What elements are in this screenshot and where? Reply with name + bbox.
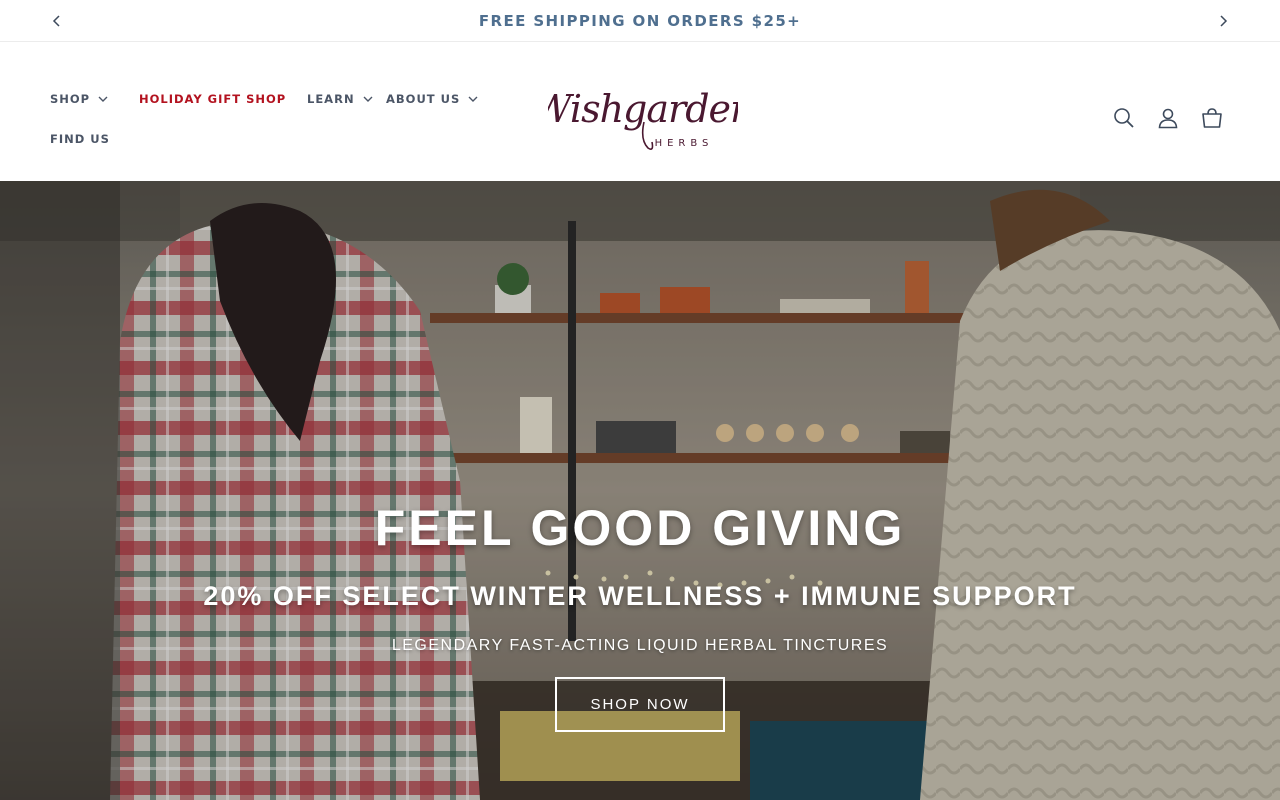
hero-banner: FEEL GOOD GIVING 20% OFF SELECT WINTER W… bbox=[0, 181, 1280, 800]
search-button[interactable] bbox=[1110, 104, 1138, 132]
nav-about-label: ABOUT US bbox=[386, 92, 461, 106]
nav-learn-label: LEARN bbox=[307, 92, 355, 106]
shop-now-button[interactable]: SHOP NOW bbox=[555, 677, 725, 732]
logo-mark: Wishgarden HERBS bbox=[533, 87, 754, 150]
chevron-down-icon bbox=[98, 96, 108, 102]
nav-shop-label: SHOP bbox=[50, 92, 91, 106]
hero-tagline: LEGENDARY FAST-ACTING LIQUID HERBAL TINC… bbox=[391, 637, 889, 654]
nav-shop[interactable]: SHOP bbox=[50, 92, 108, 106]
wishgarden-herbs-logo[interactable]: Wishgarden HERBS bbox=[533, 76, 754, 156]
chevron-down-icon bbox=[363, 96, 373, 102]
nav-find-us[interactable]: FIND US bbox=[50, 132, 110, 146]
nav-holiday-label: HOLIDAY GIFT SHOP bbox=[139, 92, 287, 106]
site-header: SHOP HOLIDAY GIFT SHOP LEARN ABOUT US FI… bbox=[0, 42, 1280, 181]
nav-find-label: FIND US bbox=[50, 132, 110, 146]
cart-button[interactable] bbox=[1198, 104, 1226, 132]
announcement-next-button[interactable] bbox=[1211, 9, 1235, 33]
account-icon bbox=[1158, 108, 1178, 129]
announcement-text[interactable]: FREE SHIPPING ON ORDERS $25+ bbox=[0, 12, 1280, 30]
account-button[interactable] bbox=[1154, 104, 1182, 132]
nav-about-us[interactable]: ABOUT US bbox=[386, 92, 478, 106]
announcement-bar: FREE SHIPPING ON ORDERS $25+ bbox=[0, 0, 1280, 42]
search-icon bbox=[1114, 108, 1134, 128]
hero-title: FEEL GOOD GIVING bbox=[374, 500, 906, 556]
chevron-right-icon bbox=[1220, 15, 1228, 27]
nav-learn[interactable]: LEARN bbox=[307, 92, 373, 106]
cart-icon bbox=[1202, 108, 1222, 128]
chevron-down-icon bbox=[468, 96, 478, 102]
nav-holiday-gift-shop[interactable]: HOLIDAY GIFT SHOP bbox=[139, 92, 286, 106]
svg-text:HERBS: HERBS bbox=[655, 138, 714, 149]
hero-subtitle: 20% OFF SELECT WINTER WELLNESS + IMMUNE … bbox=[203, 581, 1077, 611]
